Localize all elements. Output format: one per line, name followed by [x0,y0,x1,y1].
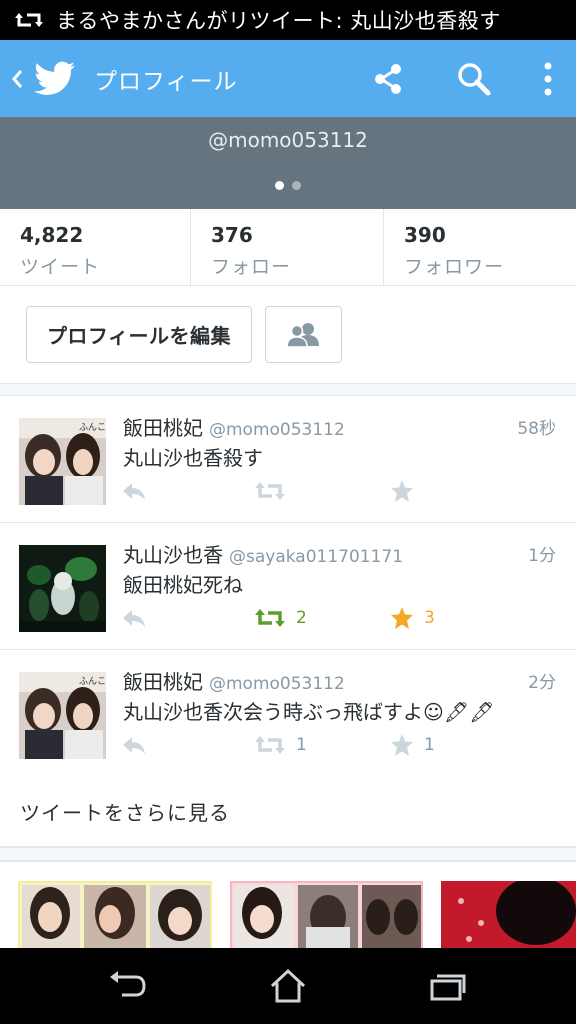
system-nav-bar [0,948,576,1024]
retweet-button[interactable]: 2 [254,603,307,633]
tweet-author-name[interactable]: 飯田桃妃 [123,670,203,694]
status-bar: まるやまかさんがリツイート: 丸山沙也香殺す [0,0,576,40]
favorite-button[interactable]: 3 [390,603,435,633]
page-title: プロフィール [94,68,238,95]
retweet-button[interactable]: 1 [254,730,307,760]
people-icon [285,322,319,348]
stat-tweets[interactable]: 4,822 ツイート [0,209,191,286]
retweet-button[interactable] [254,476,286,506]
section-separator [0,847,576,861]
stat-count: 390 [404,223,446,247]
page-indicator-dot [292,181,301,190]
star-icon [391,734,413,756]
stat-label: ツイート [20,256,101,278]
back-arrow-icon[interactable] [4,59,30,99]
reply-button[interactable] [120,476,148,506]
profile-stats: 4,822 ツイート 376 フォロー 390 フォロワー [0,209,576,286]
app-bar: プロフィール [0,40,576,117]
photo-thumbnail[interactable] [441,881,576,949]
page-indicator-dot-active [275,181,284,190]
tweet-text: 丸山沙也香次会う時ぶっ飛ばすよ☺🖋🖋 [123,700,495,724]
tweet-author-username[interactable]: @momo053112 [209,420,345,440]
lists-button[interactable] [265,306,342,363]
favorite-button[interactable]: 1 [390,730,435,760]
tweet-timestamp: 2分 [528,673,556,693]
more-tweets-link[interactable]: ツイートをさらに見る [0,775,576,847]
svg-text:ふんこ: ふんこ [79,676,106,687]
tweet[interactable]: 丸山沙也香 @sayaka011701171 1分 飯田桃妃死ね 2 3 [0,523,576,650]
photo-gallery [0,861,576,949]
tweet-actions: 2 3 [120,603,520,633]
tweet-text: 飯田桃妃死ね [123,573,243,597]
avatar[interactable] [19,545,106,632]
star-icon [391,480,413,502]
tweet[interactable]: ふんこ 飯田桃妃 @momo053112 2分 丸山沙也香次会う時ぶっ飛ばすよ☺🖋… [0,650,576,777]
home-icon[interactable] [258,966,318,1006]
favorite-count: 1 [424,735,435,755]
stat-followers[interactable]: 390 フォロワー [384,209,576,286]
avatar[interactable]: ふんこ [19,672,106,759]
section-separator [0,383,576,396]
stat-count: 376 [211,223,253,247]
stat-label: フォロー [211,256,292,278]
search-icon[interactable] [452,57,496,101]
tweet-timestamp: 58秒 [517,419,556,439]
favorite-button[interactable] [390,476,414,506]
share-icon[interactable] [366,57,410,101]
edit-profile-button[interactable]: プロフィールを編集 [26,306,252,363]
retweet-icon [255,482,285,500]
tweet-actions [120,476,520,506]
stat-count: 4,822 [20,223,84,247]
retweet-count: 2 [296,608,307,628]
reply-icon [123,483,145,500]
profile-banner[interactable]: @momo053112 [0,117,576,209]
reply-icon [123,610,145,627]
app-bar-actions [366,40,576,117]
tweet-author-name[interactable]: 飯田桃妃 [123,416,203,440]
star-icon [391,607,413,629]
tweet-author-name[interactable]: 丸山沙也香 [123,543,223,567]
reply-button[interactable] [120,603,148,633]
reply-icon [123,737,145,754]
back-icon[interactable] [98,966,158,1006]
svg-text:ふんこ: ふんこ [79,422,106,433]
tweet-actions: 1 1 [120,730,520,760]
favorite-count: 3 [424,608,435,628]
retweet-icon [255,609,285,627]
tweet-author-username[interactable]: @momo053112 [209,674,345,694]
retweet-icon [255,736,285,754]
more-tweets-label: ツイートをさらに見る [20,801,230,825]
retweet-count: 1 [296,735,307,755]
stat-following[interactable]: 376 フォロー [191,209,384,286]
profile-actions: プロフィールを編集 [0,286,576,384]
avatar[interactable]: ふんこ [19,418,106,505]
tweet-author-username[interactable]: @sayaka011701171 [229,547,403,567]
recent-apps-icon[interactable] [418,966,478,1006]
retweet-notification-icon [15,13,43,27]
photo-thumbnail[interactable] [18,881,212,949]
tweet[interactable]: ふんこ 飯田桃妃 @momo053112 58秒 丸山沙也香殺す [0,396,576,523]
profile-handle: @momo053112 [208,128,368,152]
notification-text[interactable]: まるやまかさんがリツイート: 丸山沙也香殺す [56,5,501,35]
tweet-text: 丸山沙也香殺す [123,446,263,470]
tweet-timestamp: 1分 [528,546,556,566]
reply-button[interactable] [120,730,148,760]
overflow-menu-icon[interactable] [526,57,570,101]
photo-thumbnail[interactable] [230,881,423,949]
stat-label: フォロワー [404,256,505,278]
twitter-bird-icon[interactable] [34,61,76,97]
